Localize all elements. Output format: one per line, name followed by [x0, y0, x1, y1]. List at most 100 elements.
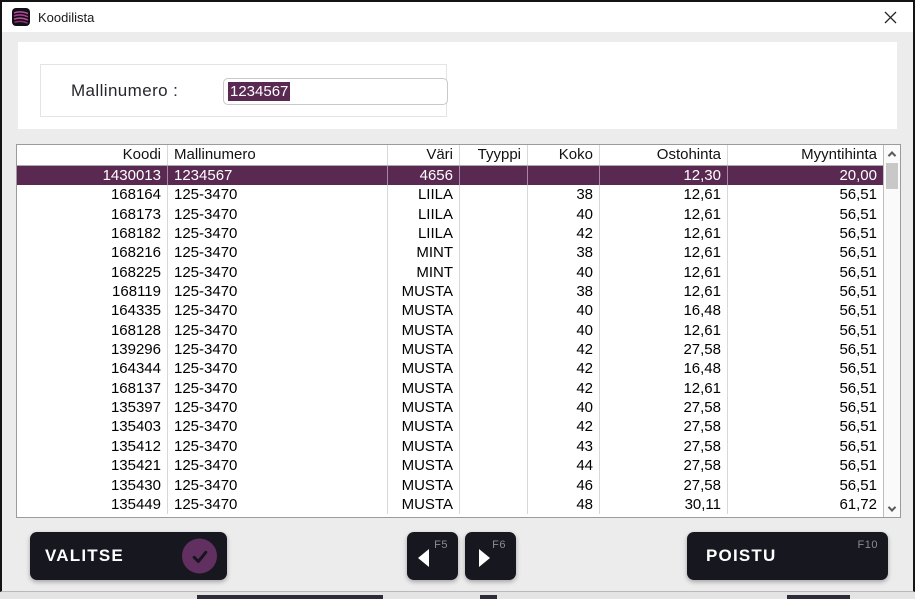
table-cell: 56,51: [728, 301, 883, 320]
table-cell: MUSTA: [388, 340, 460, 359]
table-row[interactable]: 139296125-3470MUSTA4227,5856,51: [17, 340, 883, 359]
column-header-tyyppi[interactable]: Tyyppi: [460, 145, 528, 165]
table-cell: 56,51: [728, 417, 883, 436]
table-row[interactable]: 168137125-3470MUSTA4212,6156,51: [17, 379, 883, 398]
table-row[interactable]: 135449125-3470MUSTA4830,1161,72: [17, 495, 883, 514]
table-row[interactable]: 168128125-3470MUSTA4012,6156,51: [17, 321, 883, 340]
table-cell: LIILA: [388, 224, 460, 243]
table-row[interactable]: 135403125-3470MUSTA4227,5856,51: [17, 417, 883, 436]
table-row[interactable]: 168173125-3470LIILA4012,6156,51: [17, 205, 883, 224]
column-header-koodi[interactable]: Koodi: [17, 145, 168, 165]
table-row[interactable]: 168164125-3470LIILA3812,6156,51: [17, 185, 883, 204]
table-row[interactable]: 135397125-3470MUSTA 4027,5856,51: [17, 398, 883, 417]
column-header-koko[interactable]: Koko: [528, 145, 600, 165]
table-cell: 12,61: [600, 321, 728, 340]
poistu-button[interactable]: POISTU F10: [687, 532, 888, 580]
table-cell: 42: [528, 359, 600, 378]
table-row[interactable]: 14300131234567465612,3020,00: [17, 166, 883, 185]
table-cell: 125-3470: [168, 379, 388, 398]
table-cell: 43: [528, 437, 600, 456]
table-cell: 125-3470: [168, 437, 388, 456]
table-cell: 135397: [17, 398, 168, 417]
table-row[interactable]: 168182125-3470LIILA4212,6156,51: [17, 224, 883, 243]
table-cell: MUSTA: [388, 456, 460, 475]
table-cell: [460, 301, 528, 320]
scroll-up-button[interactable]: [884, 145, 900, 162]
table-cell: 4656: [388, 166, 460, 185]
table-cell: MINT: [388, 243, 460, 262]
table-cell: 40: [528, 398, 600, 417]
table-cell: MUSTA: [388, 398, 460, 417]
table-cell: 27,58: [600, 398, 728, 417]
table-cell: 56,51: [728, 185, 883, 204]
table-row[interactable]: 135421125-3470MUSTA4427,5856,51: [17, 456, 883, 475]
table-cell: 125-3470: [168, 340, 388, 359]
table-cell: 42: [528, 224, 600, 243]
table-row[interactable]: 164344125-3470MUSTA4216,4856,51: [17, 359, 883, 378]
poistu-fkey-label: F10: [858, 539, 878, 551]
table-cell: 56,51: [728, 263, 883, 282]
next-button[interactable]: F6: [465, 532, 516, 580]
previous-button[interactable]: F5: [407, 532, 458, 580]
table-cell: 12,61: [600, 185, 728, 204]
table-cell: 125-3470: [168, 185, 388, 204]
table-cell: MUSTA: [388, 282, 460, 301]
table-cell: [460, 263, 528, 282]
column-header-väri[interactable]: Väri: [388, 145, 460, 165]
table-cell: 1234567: [168, 166, 388, 185]
table-cell: [460, 476, 528, 495]
table-cell: [460, 224, 528, 243]
table-cell: 56,51: [728, 456, 883, 475]
table-cell: 135449: [17, 495, 168, 514]
table-cell: [460, 359, 528, 378]
table-cell: MUSTA: [388, 437, 460, 456]
table-row[interactable]: 168216125-3470MINT3812,6156,51: [17, 243, 883, 262]
column-header-ostohinta[interactable]: Ostohinta: [600, 145, 728, 165]
table-row[interactable]: 164335125-3470MUSTA4016,4856,51: [17, 301, 883, 320]
table-cell: [460, 243, 528, 262]
column-header-mallinumero[interactable]: Mallinumero: [168, 145, 388, 165]
mallinumero-value: 1234567: [228, 82, 290, 101]
valitse-button[interactable]: VALITSE: [30, 532, 227, 580]
table-cell: 16,48: [600, 301, 728, 320]
table-cell: [460, 398, 528, 417]
table-cell: 42: [528, 417, 600, 436]
close-icon[interactable]: [877, 4, 903, 30]
table-row[interactable]: 168225125-3470MINT4012,6156,51: [17, 263, 883, 282]
arrow-left-icon: [418, 549, 429, 567]
table-cell: 125-3470: [168, 398, 388, 417]
koodilista-window: Koodilista Mallinumero : 1234567 KoodiMa…: [0, 0, 915, 592]
table-cell: 164335: [17, 301, 168, 320]
table-row[interactable]: 135412125-3470MUSTA4327,5856,51: [17, 437, 883, 456]
vertical-scrollbar[interactable]: [883, 145, 900, 517]
table-cell: MINT: [388, 263, 460, 282]
search-panel: Mallinumero : 1234567: [18, 42, 897, 129]
table-cell: MUSTA: [388, 379, 460, 398]
table-cell: 125-3470: [168, 224, 388, 243]
mallinumero-input[interactable]: 1234567: [223, 78, 448, 105]
table-cell: [460, 205, 528, 224]
scrollbar-thumb[interactable]: [886, 163, 898, 189]
table-cell: [460, 282, 528, 301]
table-cell: 168164: [17, 185, 168, 204]
table-cell: 27,58: [600, 437, 728, 456]
column-header-myyntihinta[interactable]: Myyntihinta: [728, 145, 883, 165]
table-cell: [528, 166, 600, 185]
table-row[interactable]: 168119125-3470MUSTA3812,6156,51: [17, 282, 883, 301]
table-cell: 1430013: [17, 166, 168, 185]
table-cell: MUSTA: [388, 476, 460, 495]
poistu-button-label: POISTU: [706, 546, 777, 566]
table-row[interactable]: 135430125-3470MUSTA4627,5856,51: [17, 476, 883, 495]
valitse-button-label: VALITSE: [45, 546, 124, 566]
table-cell: 56,51: [728, 398, 883, 417]
scroll-down-button[interactable]: [884, 500, 900, 517]
table-cell: 125-3470: [168, 495, 388, 514]
table-cell: 12,61: [600, 263, 728, 282]
table-cell: 12,30: [600, 166, 728, 185]
table-cell: 125-3470: [168, 301, 388, 320]
chevron-down-icon: [888, 503, 896, 511]
mallinumero-groupbox: Mallinumero : 1234567: [40, 64, 447, 117]
table-cell: 42: [528, 379, 600, 398]
table-cell: 56,51: [728, 243, 883, 262]
table-cell: MUSTA: [388, 417, 460, 436]
